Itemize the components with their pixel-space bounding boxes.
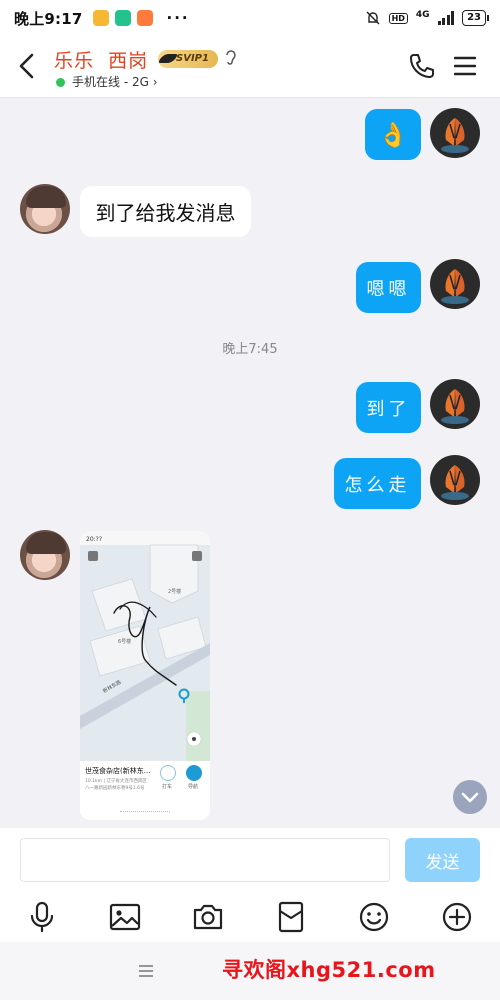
nav-menu-icon[interactable] [138,964,154,978]
avatar-self[interactable] [430,455,480,505]
store-app-icon [136,10,153,26]
message-bubble-sent[interactable]: 👌 [365,109,421,160]
map-nav-button [186,765,202,781]
map-status-time: 20:?? [86,536,102,543]
online-status-text: 手机在线 - 2G [72,75,149,89]
network-type: 4G [415,10,430,20]
map-label-building2: 6号楼 [118,638,131,645]
map-place-card: 世茂食杂店(新林东... 10.1km | 辽宁省大连市西岗区 八一路新园新林东… [80,761,210,820]
message-input[interactable] [20,838,390,882]
map-place-detail: 10.1km | 辽宁省大连市西岗区 [85,779,147,784]
map-place-detail-2: 八一路新园新林东巷9号1.6号 [85,786,145,791]
notification-app-icon [92,10,109,26]
emoji-icon[interactable] [357,900,391,934]
menu-icon[interactable] [454,56,476,76]
scroll-to-bottom-button[interactable] [453,780,487,814]
more-notifications-icon: ··· [166,9,190,27]
map-drawing: 20:?? 2号楼 6号楼 新林东路 [80,531,210,761]
camera-icon[interactable] [191,900,225,934]
send-button[interactable]: 发送 [405,838,480,882]
map-taxi-button [160,765,176,781]
message-bubble-received[interactable]: 到了给我发消息 [80,186,251,237]
plus-icon[interactable] [440,900,474,934]
mute-icon [366,11,380,25]
message-timestamp: 晚上7:45 [222,342,278,357]
chat-header: 乐乐 西岗 SVIP1 手机在线 - 2G › [0,36,500,98]
avatar-self[interactable] [430,379,480,429]
avatar-self[interactable] [430,259,480,309]
map-taxi-label: 打车 [162,784,173,790]
map-place-name: 世茂食杂店(新林东... [85,767,151,775]
avatar-self[interactable] [430,108,480,158]
input-bar: 发送 [0,828,500,892]
status-time: 晚上9:17 [14,9,83,28]
avatar-friend[interactable] [20,184,70,234]
message-bubble-sent[interactable]: 嗯嗯 [356,262,421,313]
map-nav-label: 导航 [188,784,199,790]
online-status-dot [56,78,65,87]
status-app-icons [92,10,153,26]
battery-icon: 23 [462,10,489,26]
map-nav-bar [120,811,170,813]
map-screenshot: 20:?? 2号楼 6号楼 新林东路 [80,531,210,761]
image-icon[interactable] [108,900,142,934]
message-bubble-sent[interactable]: 到了 [356,382,421,433]
microphone-icon[interactable] [25,900,59,934]
chevron-right-icon: › [152,75,158,89]
image-message[interactable]: 20:?? 2号楼 6号楼 新林东路 世茂食杂店(新林东... 10.1km |… [80,531,210,820]
hd-icon: HD [388,12,408,24]
chat-toolbar [0,892,500,942]
message-bubble-sent[interactable]: 怎么走 [334,458,421,509]
back-icon[interactable] [16,52,40,80]
security-app-icon [114,10,131,26]
watermark-text: 寻欢阁xhg521.com [222,958,436,982]
phone-icon[interactable] [408,52,434,80]
chevron-down-icon [461,792,479,803]
map-label-building1: 2号楼 [168,588,181,595]
svip-badge[interactable]: SVIP1 [158,50,218,68]
status-right: HD 4G 23 [365,10,489,26]
status-bar: 晚上9:17 ··· HD 4G 23 [0,0,500,36]
signal-icon [437,11,455,25]
online-status[interactable]: 手机在线 - 2G › [72,73,158,90]
ear-icon[interactable] [224,48,238,68]
avatar-friend[interactable] [20,530,70,580]
red-packet-icon[interactable] [274,900,308,934]
contact-name[interactable]: 乐乐 西岗 [54,46,148,73]
